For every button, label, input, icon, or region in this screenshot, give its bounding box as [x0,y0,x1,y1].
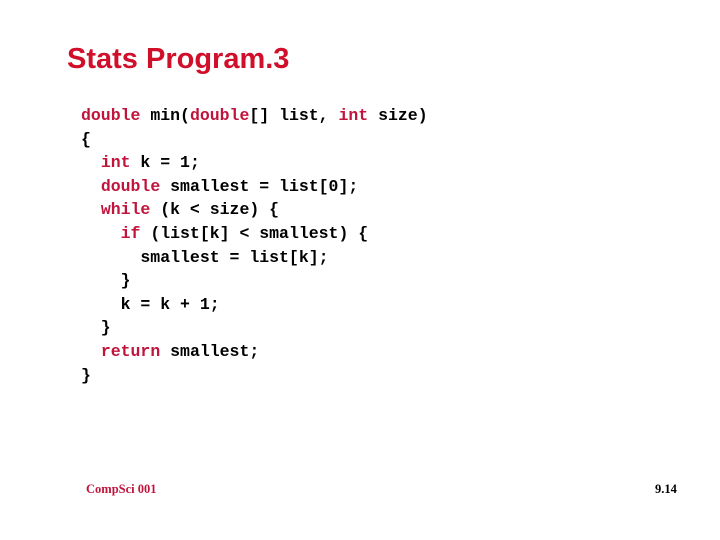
slide-title: Stats Program.3 [67,43,290,75]
code-text: smallest; [160,341,260,361]
page-number: 9.14 [655,482,677,496]
code-keyword: double [100,176,161,196]
code-text: (list[k] < smallest) { [140,223,369,243]
code-keyword: while [100,200,151,220]
code-keyword: double [189,106,250,125]
code-text: min( [140,106,190,125]
code-block: double min(double[] list, int size){ int… [81,104,428,387]
code-keyword: if [120,223,141,243]
code-line: double min(double[] list, int size) [81,104,428,128]
code-text: k = 1; [130,153,200,173]
code-line: int k = 1; [81,151,428,175]
code-text: (k < size) { [150,200,280,220]
code-line: smallest = list[k]; [81,246,428,270]
code-text: [] list, [249,106,339,125]
code-line: double smallest = list[0]; [81,175,428,199]
code-text: smallest = list[0]; [160,176,359,196]
course-label: CompSci 001 [86,482,157,496]
code-line: } [81,316,428,340]
code-line: } [81,269,428,293]
code-line: while (k < size) { [81,198,428,222]
code-text: k = k + 1; [81,294,220,314]
code-text: } [81,318,111,338]
code-text: } [81,271,131,291]
code-text: size) [368,106,428,125]
code-text: smallest = list[k]; [81,247,329,267]
code-keyword: return [100,341,161,361]
code-line: if (list[k] < smallest) { [81,222,428,246]
code-line: k = k + 1; [81,293,428,317]
code-text: } [81,365,91,385]
code-line: { [81,128,428,152]
code-keyword: int [100,153,131,173]
code-line: return smallest; [81,340,428,364]
code-keyword: int [338,106,369,125]
code-line: } [81,364,428,388]
code-keyword: double [81,106,141,125]
code-text: { [81,129,91,149]
